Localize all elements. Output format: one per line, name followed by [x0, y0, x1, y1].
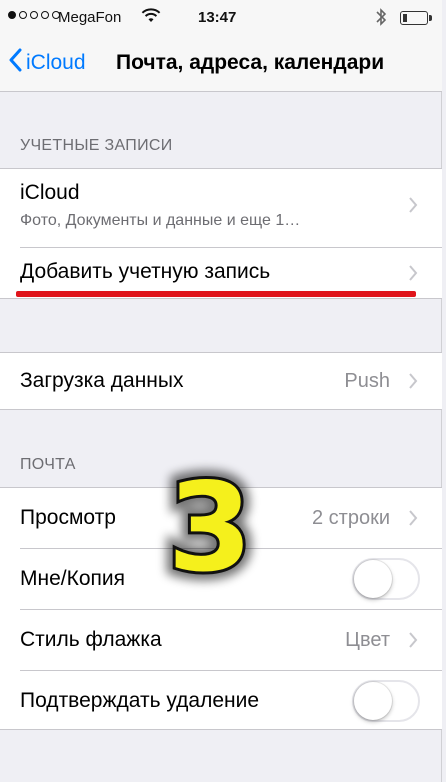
fetch-value: Push [344, 370, 390, 392]
status-bar: MegaFon 13:47 [0, 0, 442, 36]
show-cc-label: Мне/Копия [20, 567, 125, 590]
fetch-group: Загрузка данных Push [0, 352, 442, 410]
ask-before-deleting-row: Подтверждать удаление [0, 671, 442, 731]
settings-screen: MegaFon 13:47 iCloud Почта, адреса, кале… [0, 0, 442, 782]
chevron-right-icon [408, 372, 418, 395]
ask-before-deleting-toggle[interactable] [352, 680, 420, 722]
wifi-icon [140, 6, 162, 28]
chevron-right-icon [408, 509, 418, 532]
flag-style-value: Цвет [345, 629, 390, 651]
page-title: Почта, адреса, календари [116, 51, 385, 74]
flag-style-label: Стиль флажка [20, 628, 162, 651]
preview-value: 2 строки [311, 507, 390, 529]
fetch-new-data-row[interactable]: Загрузка данных Push [0, 353, 442, 409]
chevron-right-icon [408, 196, 418, 219]
chevron-left-icon [8, 48, 22, 77]
clock: 13:47 [198, 9, 237, 26]
section-header-mail: ПОЧТА [20, 456, 76, 473]
chevron-right-icon [408, 264, 418, 287]
section-header-accounts: УЧЕТНЫЕ ЗАПИСИ [20, 137, 173, 154]
account-description: Фото, Документы и данные и еще 1… [20, 212, 301, 229]
toggle-knob [354, 560, 392, 598]
ask-before-deleting-label: Подтверждать удаление [20, 689, 260, 712]
signal-strength-icon [8, 11, 60, 19]
accounts-group: iCloud Фото, Документы и данные и еще 1…… [0, 168, 442, 299]
navigation-bar: iCloud Почта, адреса, календари [0, 36, 442, 92]
toggle-knob [354, 682, 392, 720]
highlight-underline [16, 291, 416, 297]
step-number-badge: 3 3 [159, 458, 262, 598]
battery-icon [400, 11, 432, 25]
show-cc-toggle[interactable] [352, 558, 420, 600]
account-row-icloud[interactable]: iCloud Фото, Документы и данные и еще 1… [0, 169, 442, 247]
flag-style-row[interactable]: Стиль флажка Цвет [0, 610, 442, 670]
add-account-label: Добавить учетную запись [20, 260, 271, 283]
fetch-label: Загрузка данных [20, 369, 184, 392]
step-number: 3 [168, 458, 253, 598]
carrier-name: MegaFon [58, 9, 122, 26]
bluetooth-icon [375, 7, 387, 31]
back-button-label: iCloud [26, 50, 86, 74]
preview-label: Просмотр [20, 506, 116, 529]
account-name: iCloud [20, 181, 80, 204]
back-button[interactable]: iCloud [8, 48, 86, 77]
chevron-right-icon [408, 631, 418, 654]
